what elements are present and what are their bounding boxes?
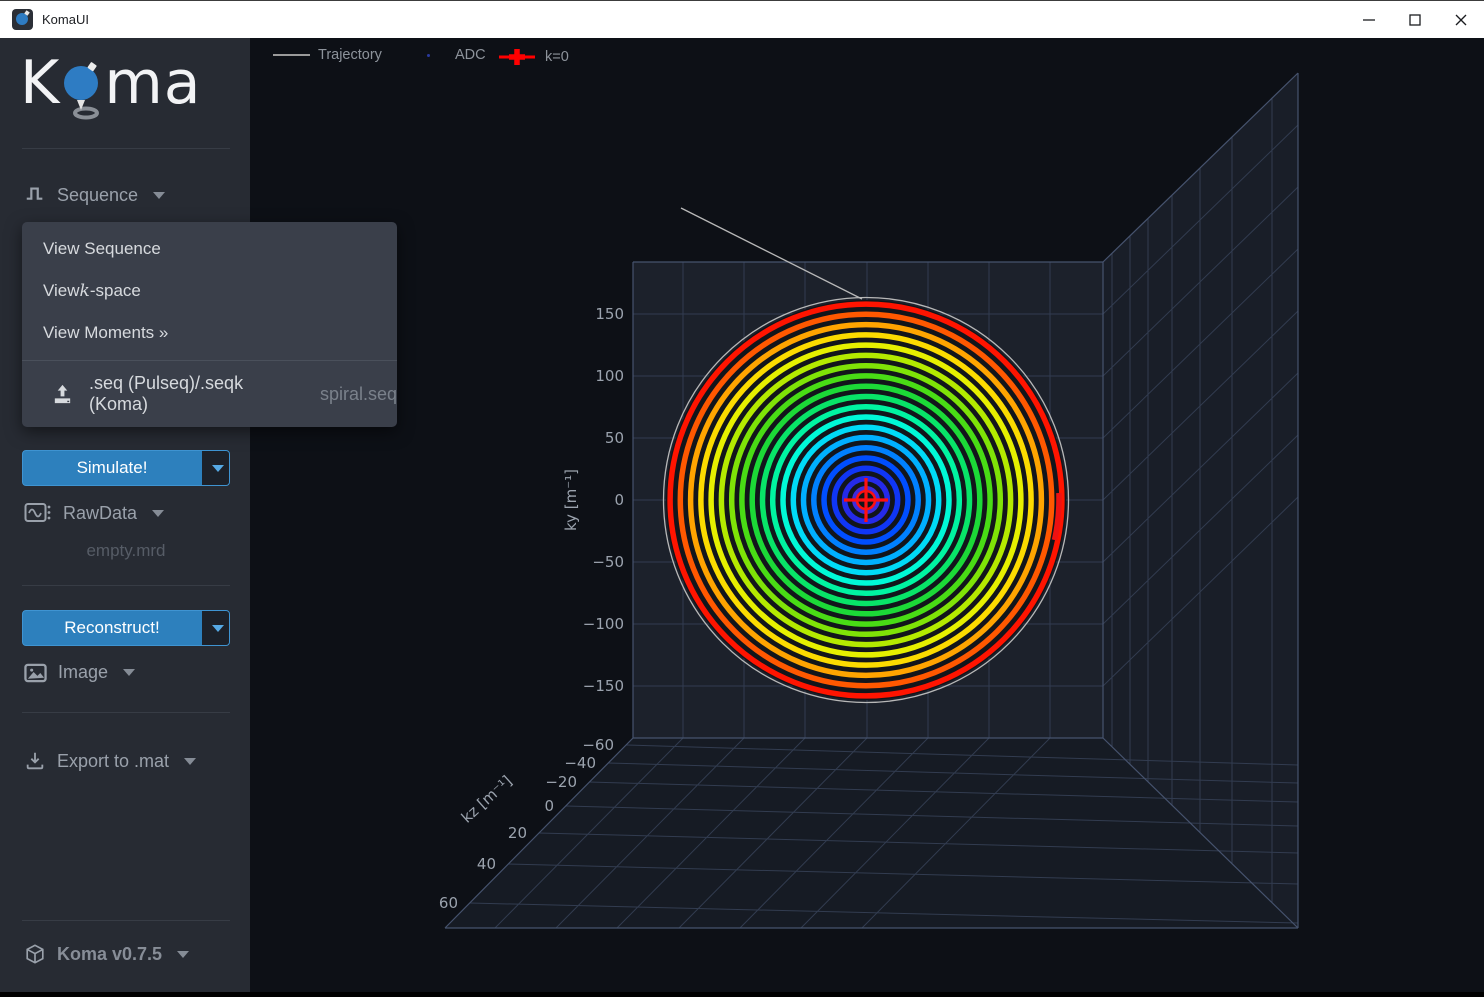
globe-icon: [59, 56, 105, 122]
svg-text:100: 100: [595, 367, 624, 385]
svg-text:0: 0: [544, 797, 554, 815]
simulate-label: Simulate!: [23, 451, 201, 485]
svg-text:−150: −150: [583, 677, 624, 695]
svg-text:−40: −40: [564, 754, 596, 772]
menu-item-label: View Moments »: [43, 323, 168, 343]
simulate-dropdown-segment[interactable]: [201, 451, 229, 485]
svg-text:−20: −20: [545, 773, 577, 791]
menu-item-label: -space: [90, 281, 141, 301]
logo-text-ma: ma: [104, 48, 201, 118]
menu-item-label: View: [43, 281, 80, 301]
download-icon: [24, 750, 46, 772]
koma-ui-window: KomaUI K ma: [0, 0, 1484, 992]
legend-item-k0[interactable]: k=0: [497, 47, 569, 67]
legend-label: ADC: [455, 47, 486, 63]
chevron-down-icon: [212, 625, 224, 632]
minimize-button[interactable]: [1346, 1, 1392, 38]
kspace-3d-plot[interactable]: 150 100 50 0 −50 −100 −150 −60−40−20 0 20 40 60 ky…: [250, 38, 1484, 992]
sidebar: K ma Sequence View Sequence View k-spac: [0, 38, 250, 992]
maximize-icon: [1409, 14, 1421, 26]
minimize-icon: [1363, 14, 1375, 26]
upload-icon: [51, 383, 74, 406]
adc-dot-swatch: [427, 54, 430, 57]
chevron-down-icon: [184, 758, 196, 765]
menu-item-view-moments[interactable]: View Moments »: [22, 312, 397, 354]
sequence-dropdown-menu: View Sequence View k-space View Moments …: [22, 222, 397, 427]
legend-item-adc[interactable]: ADC: [410, 47, 486, 63]
menu-item-label: View Sequence: [43, 239, 161, 259]
logo-text-k: K: [20, 48, 60, 118]
ky-tick-labels: 150 100 50 0 −50 −100 −150: [583, 305, 624, 695]
version-dropdown-toggle[interactable]: Koma v0.7.5: [24, 943, 189, 965]
svg-text:−50: −50: [592, 553, 624, 571]
plot-legend: Trajectory ADC k=0: [250, 47, 1484, 67]
divider: [22, 712, 230, 713]
export-label: Export to .mat: [57, 751, 169, 772]
rawdata-file-name: empty.mrd: [22, 541, 230, 561]
ky-axis-title: ky [m⁻¹]: [562, 469, 580, 531]
title-bar: KomaUI: [0, 0, 1484, 38]
legend-label: Trajectory: [318, 47, 382, 63]
legend-item-trajectory[interactable]: Trajectory: [273, 47, 382, 63]
sequence-dropdown-toggle[interactable]: Sequence: [24, 184, 165, 206]
simulate-button[interactable]: Simulate!: [22, 450, 230, 486]
upload-current-file: spiral.seq: [320, 384, 397, 405]
koma-logo: K ma: [20, 48, 202, 118]
chevron-down-icon: [123, 669, 135, 676]
svg-text:60: 60: [439, 894, 458, 912]
svg-text:−60: −60: [582, 736, 614, 754]
kspace-plot-area: Trajectory ADC k=0: [250, 38, 1484, 992]
image-icon: [24, 663, 47, 683]
package-box-icon: [24, 943, 46, 965]
image-label: Image: [58, 662, 108, 683]
divider: [22, 920, 230, 921]
kspace-k-italic: k: [80, 281, 90, 301]
rawdata-dropdown-toggle[interactable]: RawData: [24, 502, 164, 524]
svg-text:40: 40: [477, 855, 496, 873]
kz-axis-title: kz [m⁻¹]: [458, 772, 516, 827]
chevron-down-icon: [212, 465, 224, 472]
close-icon: [1455, 14, 1467, 26]
window-title: KomaUI: [42, 12, 89, 27]
divider: [22, 148, 230, 149]
k0-cross-swatch: [497, 47, 537, 67]
rawdata-label: RawData: [63, 503, 137, 524]
reconstruct-dropdown-segment[interactable]: [201, 611, 229, 645]
chevron-down-icon: [177, 951, 189, 958]
chevron-down-icon: [152, 510, 164, 517]
reconstruct-button[interactable]: Reconstruct!: [22, 610, 230, 646]
svg-text:20: 20: [508, 824, 527, 842]
svg-text:0: 0: [614, 491, 624, 509]
divider: [22, 585, 230, 586]
sequence-label: Sequence: [57, 185, 138, 206]
pulse-sequence-icon: [24, 184, 46, 206]
reconstruct-label: Reconstruct!: [23, 611, 201, 645]
svg-text:−100: −100: [583, 615, 624, 633]
upload-label: .seq (Pulseq)/.seqk (Koma): [89, 373, 300, 415]
menu-item-view-kspace[interactable]: View k-space: [22, 270, 397, 312]
upload-seq-button[interactable]: .seq (Pulseq)/.seqk (Koma) spiral.seq: [22, 361, 397, 427]
image-dropdown-toggle[interactable]: Image: [24, 662, 135, 683]
version-label: Koma v0.7.5: [57, 944, 162, 965]
svg-text:150: 150: [595, 305, 624, 323]
chevron-down-icon: [153, 192, 165, 199]
export-mat-dropdown-toggle[interactable]: Export to .mat: [24, 750, 196, 772]
legend-label: k=0: [545, 49, 569, 65]
trajectory-line-swatch: [273, 54, 310, 56]
maximize-button[interactable]: [1392, 1, 1438, 38]
app-icon: [12, 9, 33, 30]
rawdata-signal-icon: [24, 502, 52, 524]
close-button[interactable]: [1438, 1, 1484, 38]
menu-item-view-sequence[interactable]: View Sequence: [22, 228, 397, 270]
svg-text:50: 50: [605, 429, 624, 447]
